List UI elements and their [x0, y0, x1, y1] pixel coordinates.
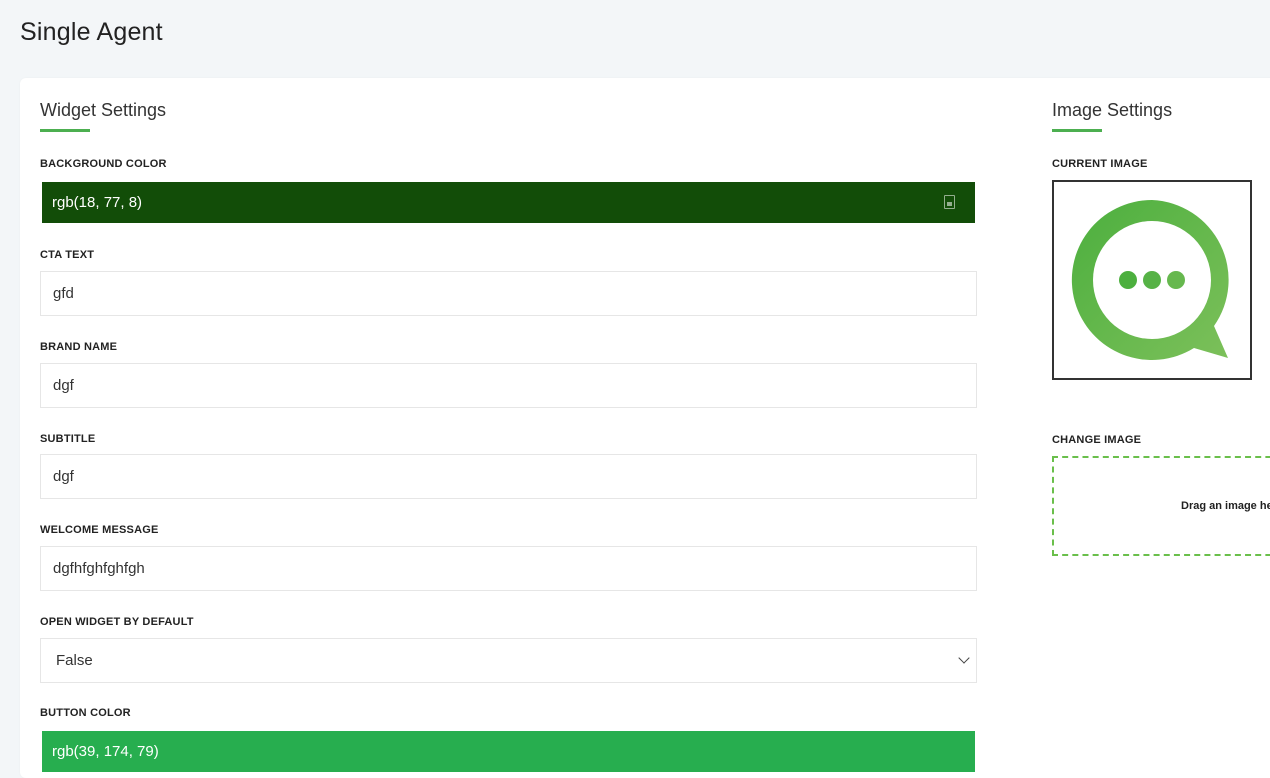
page-title: Single Agent	[20, 18, 163, 46]
background-color-picker[interactable]: rgb(18, 77, 8)	[42, 182, 975, 223]
image-settings-heading: Image Settings	[1052, 100, 1173, 120]
subtitle-label: SUBTITLE	[40, 433, 96, 445]
subtitle-input[interactable]: dgf	[40, 454, 977, 499]
button-color-value: rgb(39, 174, 79)	[52, 743, 159, 760]
brand-name-input[interactable]: dgf	[40, 363, 977, 408]
open-by-default-value: False	[56, 652, 93, 669]
chevron-down-icon	[958, 652, 970, 664]
color-picker-icon[interactable]	[944, 195, 955, 209]
cta-text-input[interactable]: gfd	[40, 271, 977, 316]
image-dropzone[interactable]: Drag an image here	[1052, 456, 1270, 556]
welcome-message-label: WELCOME MESSAGE	[40, 524, 159, 536]
open-by-default-select[interactable]: False	[40, 638, 977, 683]
current-image-frame	[1052, 180, 1252, 380]
background-color-label: BACKGROUND COLOR	[40, 158, 167, 170]
button-color-label: BUTTON COLOR	[40, 707, 131, 719]
dropzone-text: Drag an image here	[1181, 500, 1270, 512]
background-color-value: rgb(18, 77, 8)	[52, 194, 143, 211]
button-color-picker[interactable]: rgb(39, 174, 79)	[42, 731, 975, 772]
chat-bubble-icon	[1071, 199, 1229, 360]
welcome-message-input[interactable]: dgfhfghfghfgh	[40, 546, 977, 591]
cta-text-label: CTA TEXT	[40, 249, 95, 261]
widget-settings-underline	[40, 129, 90, 132]
widget-settings-heading: Widget Settings	[40, 100, 167, 120]
open-by-default-label: OPEN WIDGET BY DEFAULT	[40, 616, 194, 628]
current-image-label: CURRENT IMAGE	[1052, 158, 1148, 170]
image-settings-underline	[1052, 129, 1102, 132]
change-image-label: CHANGE IMAGE	[1052, 434, 1142, 446]
settings-card: Widget Settings BACKGROUND COLOR rgb(18,…	[20, 78, 1270, 778]
brand-name-label: BRAND NAME	[40, 341, 118, 353]
